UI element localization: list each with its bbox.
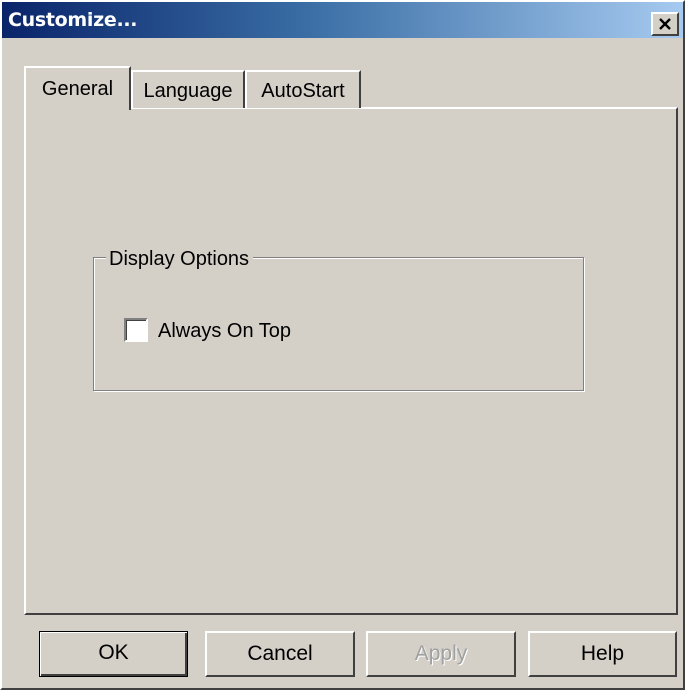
close-icon	[659, 18, 671, 30]
always-on-top-checkbox[interactable]	[124, 318, 148, 342]
tab-language-label: Language	[143, 80, 233, 102]
tab-autostart-label: AutoStart	[261, 80, 345, 102]
tab-autostart[interactable]: AutoStart	[245, 70, 361, 108]
always-on-top-label[interactable]: Always On Top	[158, 319, 291, 343]
title-bar[interactable]: Customize...	[2, 2, 683, 38]
display-options-label: Display Options	[106, 248, 254, 270]
apply-button[interactable]: Apply	[366, 631, 516, 677]
cancel-button[interactable]: Cancel	[205, 631, 355, 677]
tab-language[interactable]: Language	[131, 70, 245, 108]
tab-general-label: General	[41, 78, 114, 100]
help-button[interactable]: Help	[528, 631, 677, 677]
tab-general[interactable]: General	[24, 66, 131, 110]
ok-button[interactable]: OK	[39, 631, 188, 677]
close-button[interactable]	[651, 12, 679, 36]
dialog-title: Customize...	[8, 9, 138, 31]
